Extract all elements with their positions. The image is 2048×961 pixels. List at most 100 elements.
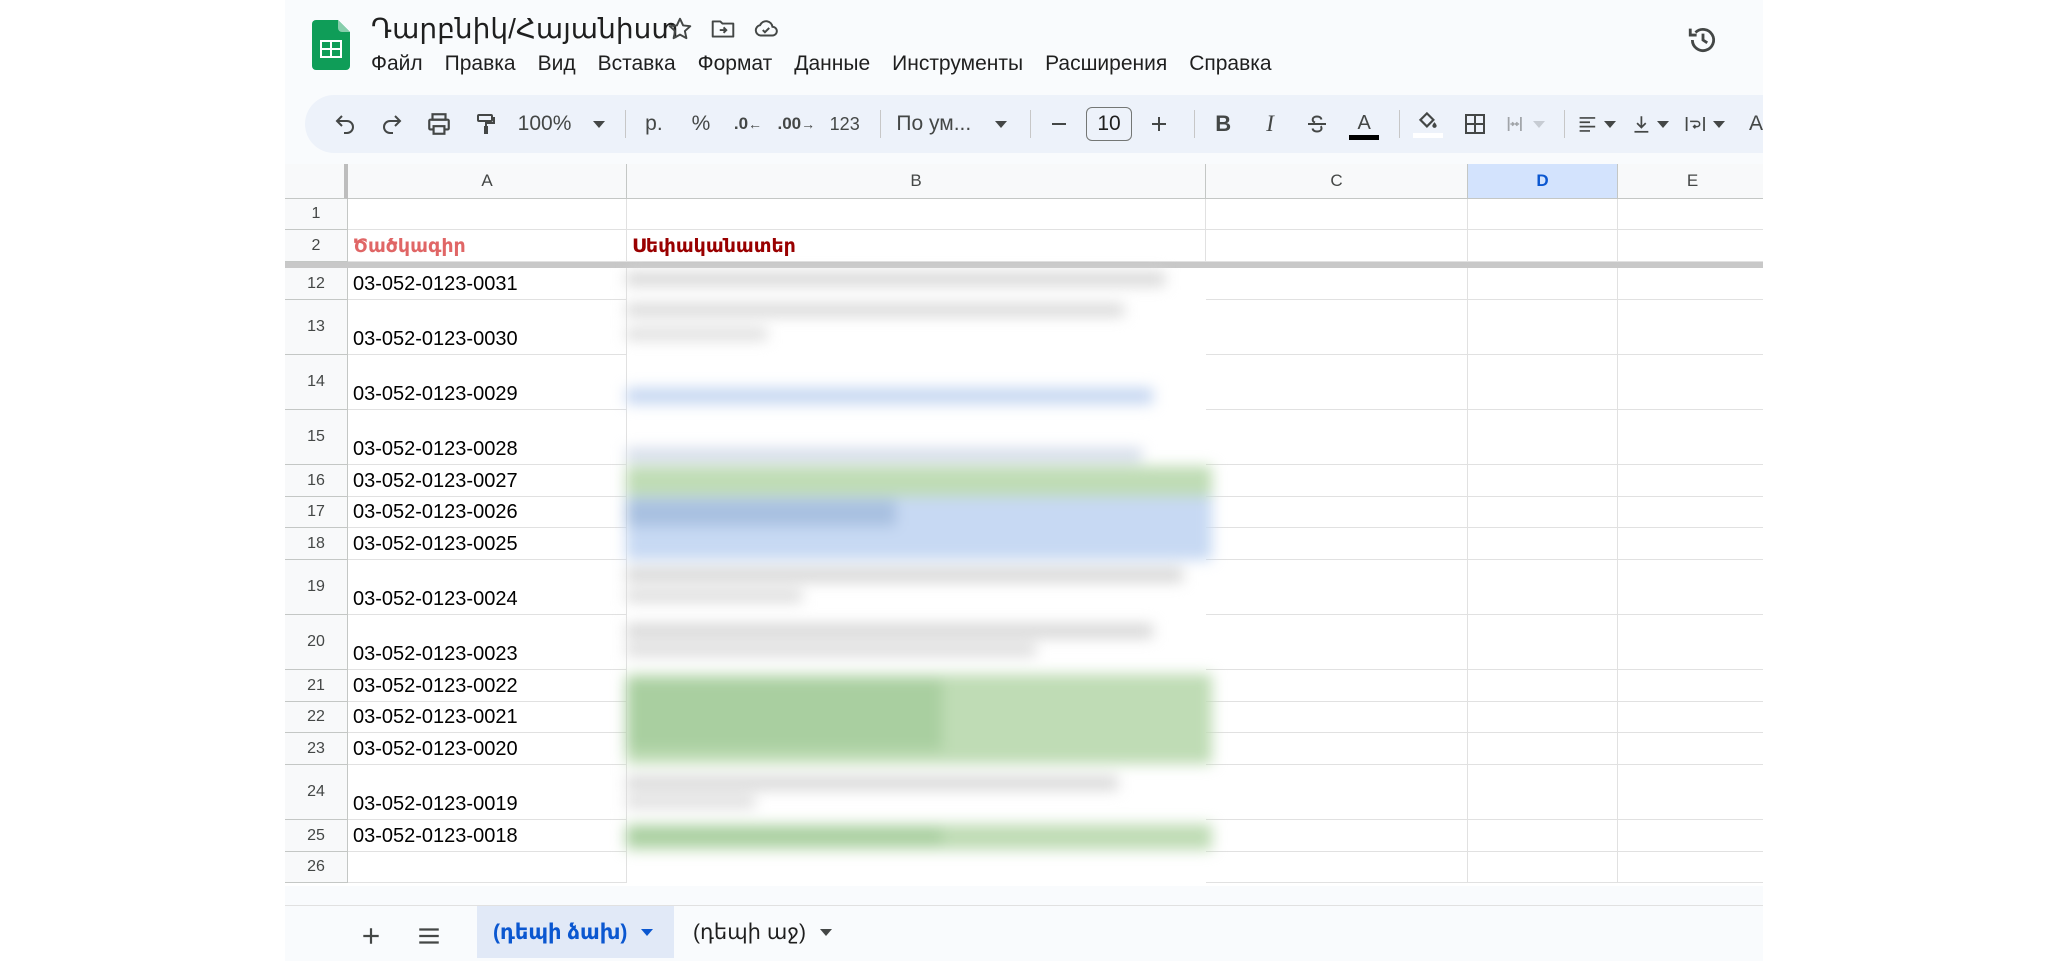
menu-data[interactable]: Данные: [783, 50, 881, 80]
cell-a[interactable]: 03-052-0123-0019: [348, 765, 627, 820]
menu-edit[interactable]: Правка: [434, 50, 527, 80]
cell-e[interactable]: [1618, 560, 1763, 615]
cell-e[interactable]: [1618, 820, 1763, 852]
chevron-down-icon[interactable]: [820, 928, 833, 936]
cell-c[interactable]: [1206, 410, 1468, 465]
cell-e[interactable]: [1618, 268, 1763, 300]
cell-d[interactable]: [1468, 560, 1618, 615]
borders-icon[interactable]: [1455, 104, 1495, 144]
cell-e[interactable]: [1618, 528, 1763, 560]
cell-a[interactable]: 03-052-0123-0021: [348, 702, 627, 733]
cell-a[interactable]: 03-052-0123-0031: [348, 268, 627, 300]
cell-e[interactable]: [1618, 733, 1763, 765]
cell-c[interactable]: [1206, 465, 1468, 497]
cell-a[interactable]: 03-052-0123-0024: [348, 560, 627, 615]
fill-color-icon[interactable]: [1408, 104, 1448, 144]
merge-cells-icon[interactable]: [1502, 104, 1549, 144]
column-header-e[interactable]: E: [1618, 164, 1763, 199]
currency-format-button[interactable]: р.: [634, 104, 674, 144]
cell-d[interactable]: [1468, 528, 1618, 560]
menu-file[interactable]: Файл: [371, 50, 434, 80]
sheet-tab-right[interactable]: (դեպի աջ): [677, 906, 848, 958]
row-number[interactable]: 25: [285, 820, 348, 852]
menu-help[interactable]: Справка: [1178, 50, 1282, 80]
cell-a[interactable]: 03-052-0123-0020: [348, 733, 627, 765]
cell-b[interactable]: Սեփականատեր: [627, 230, 1206, 262]
font-select[interactable]: По ум...: [889, 104, 1015, 144]
print-icon[interactable]: [419, 104, 459, 144]
cell-d[interactable]: [1468, 230, 1618, 262]
menu-extensions[interactable]: Расширения: [1034, 50, 1178, 80]
row-number[interactable]: 17: [285, 497, 348, 528]
cell-a[interactable]: 03-052-0123-0030: [348, 300, 627, 355]
cell-e[interactable]: [1618, 852, 1763, 883]
column-header-a[interactable]: A: [348, 164, 627, 199]
decrease-font-size-icon[interactable]: [1039, 104, 1079, 144]
cell-d[interactable]: [1468, 733, 1618, 765]
font-size-input[interactable]: 10: [1085, 107, 1133, 141]
cell-d[interactable]: [1468, 465, 1618, 497]
row-number[interactable]: 14: [285, 355, 348, 410]
paint-format-icon[interactable]: [466, 104, 506, 144]
cell-b[interactable]: [627, 199, 1206, 230]
cell-a[interactable]: 03-052-0123-0027: [348, 465, 627, 497]
strikethrough-icon[interactable]: [1297, 104, 1337, 144]
menu-insert[interactable]: Вставка: [587, 50, 687, 80]
chevron-down-icon[interactable]: [641, 928, 654, 936]
cell-c[interactable]: [1206, 670, 1468, 702]
cell-d[interactable]: [1468, 820, 1618, 852]
version-history-icon[interactable]: [1683, 20, 1723, 60]
spreadsheet-grid[interactable]: A B C D E 1 2 Ծածկագիր Սեփականատեր 12 03…: [285, 164, 1763, 886]
row-number[interactable]: 19: [285, 560, 348, 615]
cell-a[interactable]: [348, 199, 627, 230]
select-all-corner[interactable]: [285, 164, 348, 199]
cell-a[interactable]: 03-052-0123-0023: [348, 615, 627, 670]
text-wrapping-icon[interactable]: [1680, 104, 1729, 144]
menu-format[interactable]: Формат: [687, 50, 784, 80]
cell-c[interactable]: [1206, 560, 1468, 615]
star-icon[interactable]: [665, 14, 695, 44]
cell-e[interactable]: [1618, 670, 1763, 702]
move-folder-icon[interactable]: [708, 14, 738, 44]
cell-c[interactable]: [1206, 852, 1468, 883]
cell-c[interactable]: [1206, 199, 1468, 230]
row-number[interactable]: 2: [285, 230, 348, 262]
all-sheets-menu-icon[interactable]: [409, 916, 449, 956]
undo-icon[interactable]: [325, 104, 365, 144]
cell-c[interactable]: [1206, 702, 1468, 733]
row-number[interactable]: 15: [285, 410, 348, 465]
row-number[interactable]: 23: [285, 733, 348, 765]
cell-c[interactable]: [1206, 528, 1468, 560]
document-title[interactable]: Դարբնիկ/Հայանիստ: [371, 12, 679, 45]
cell-e[interactable]: [1618, 199, 1763, 230]
cell-a[interactable]: 03-052-0123-0029: [348, 355, 627, 410]
text-rotation-icon[interactable]: A: [1736, 104, 1763, 144]
bold-icon[interactable]: B: [1203, 104, 1243, 144]
cell-a[interactable]: [348, 852, 627, 883]
cloud-saved-icon[interactable]: [751, 14, 781, 44]
row-number[interactable]: 26: [285, 852, 348, 883]
row-number[interactable]: 18: [285, 528, 348, 560]
cell-d[interactable]: [1468, 410, 1618, 465]
cell-e[interactable]: [1618, 465, 1763, 497]
cell-e[interactable]: [1618, 410, 1763, 465]
menu-tools[interactable]: Инструменты: [881, 50, 1034, 80]
sheets-logo-icon[interactable]: [312, 20, 350, 70]
cell-c[interactable]: [1206, 733, 1468, 765]
cell-e[interactable]: [1618, 765, 1763, 820]
cell-a[interactable]: Ծածկագիր: [348, 230, 627, 262]
decrease-decimal-button[interactable]: .0 ←: [728, 104, 768, 144]
text-color-icon[interactable]: A: [1344, 104, 1384, 144]
row-number[interactable]: 24: [285, 765, 348, 820]
cell-e[interactable]: [1618, 300, 1763, 355]
row-number[interactable]: 22: [285, 702, 348, 733]
menu-view[interactable]: Вид: [527, 50, 587, 80]
increase-font-size-icon[interactable]: [1139, 104, 1179, 144]
increase-decimal-button[interactable]: .00 →: [775, 104, 818, 144]
cell-e[interactable]: [1618, 355, 1763, 410]
percent-format-button[interactable]: %: [681, 104, 721, 144]
row-number[interactable]: 1: [285, 199, 348, 230]
row-number[interactable]: 21: [285, 670, 348, 702]
cell-c[interactable]: [1206, 765, 1468, 820]
cell-d[interactable]: [1468, 300, 1618, 355]
